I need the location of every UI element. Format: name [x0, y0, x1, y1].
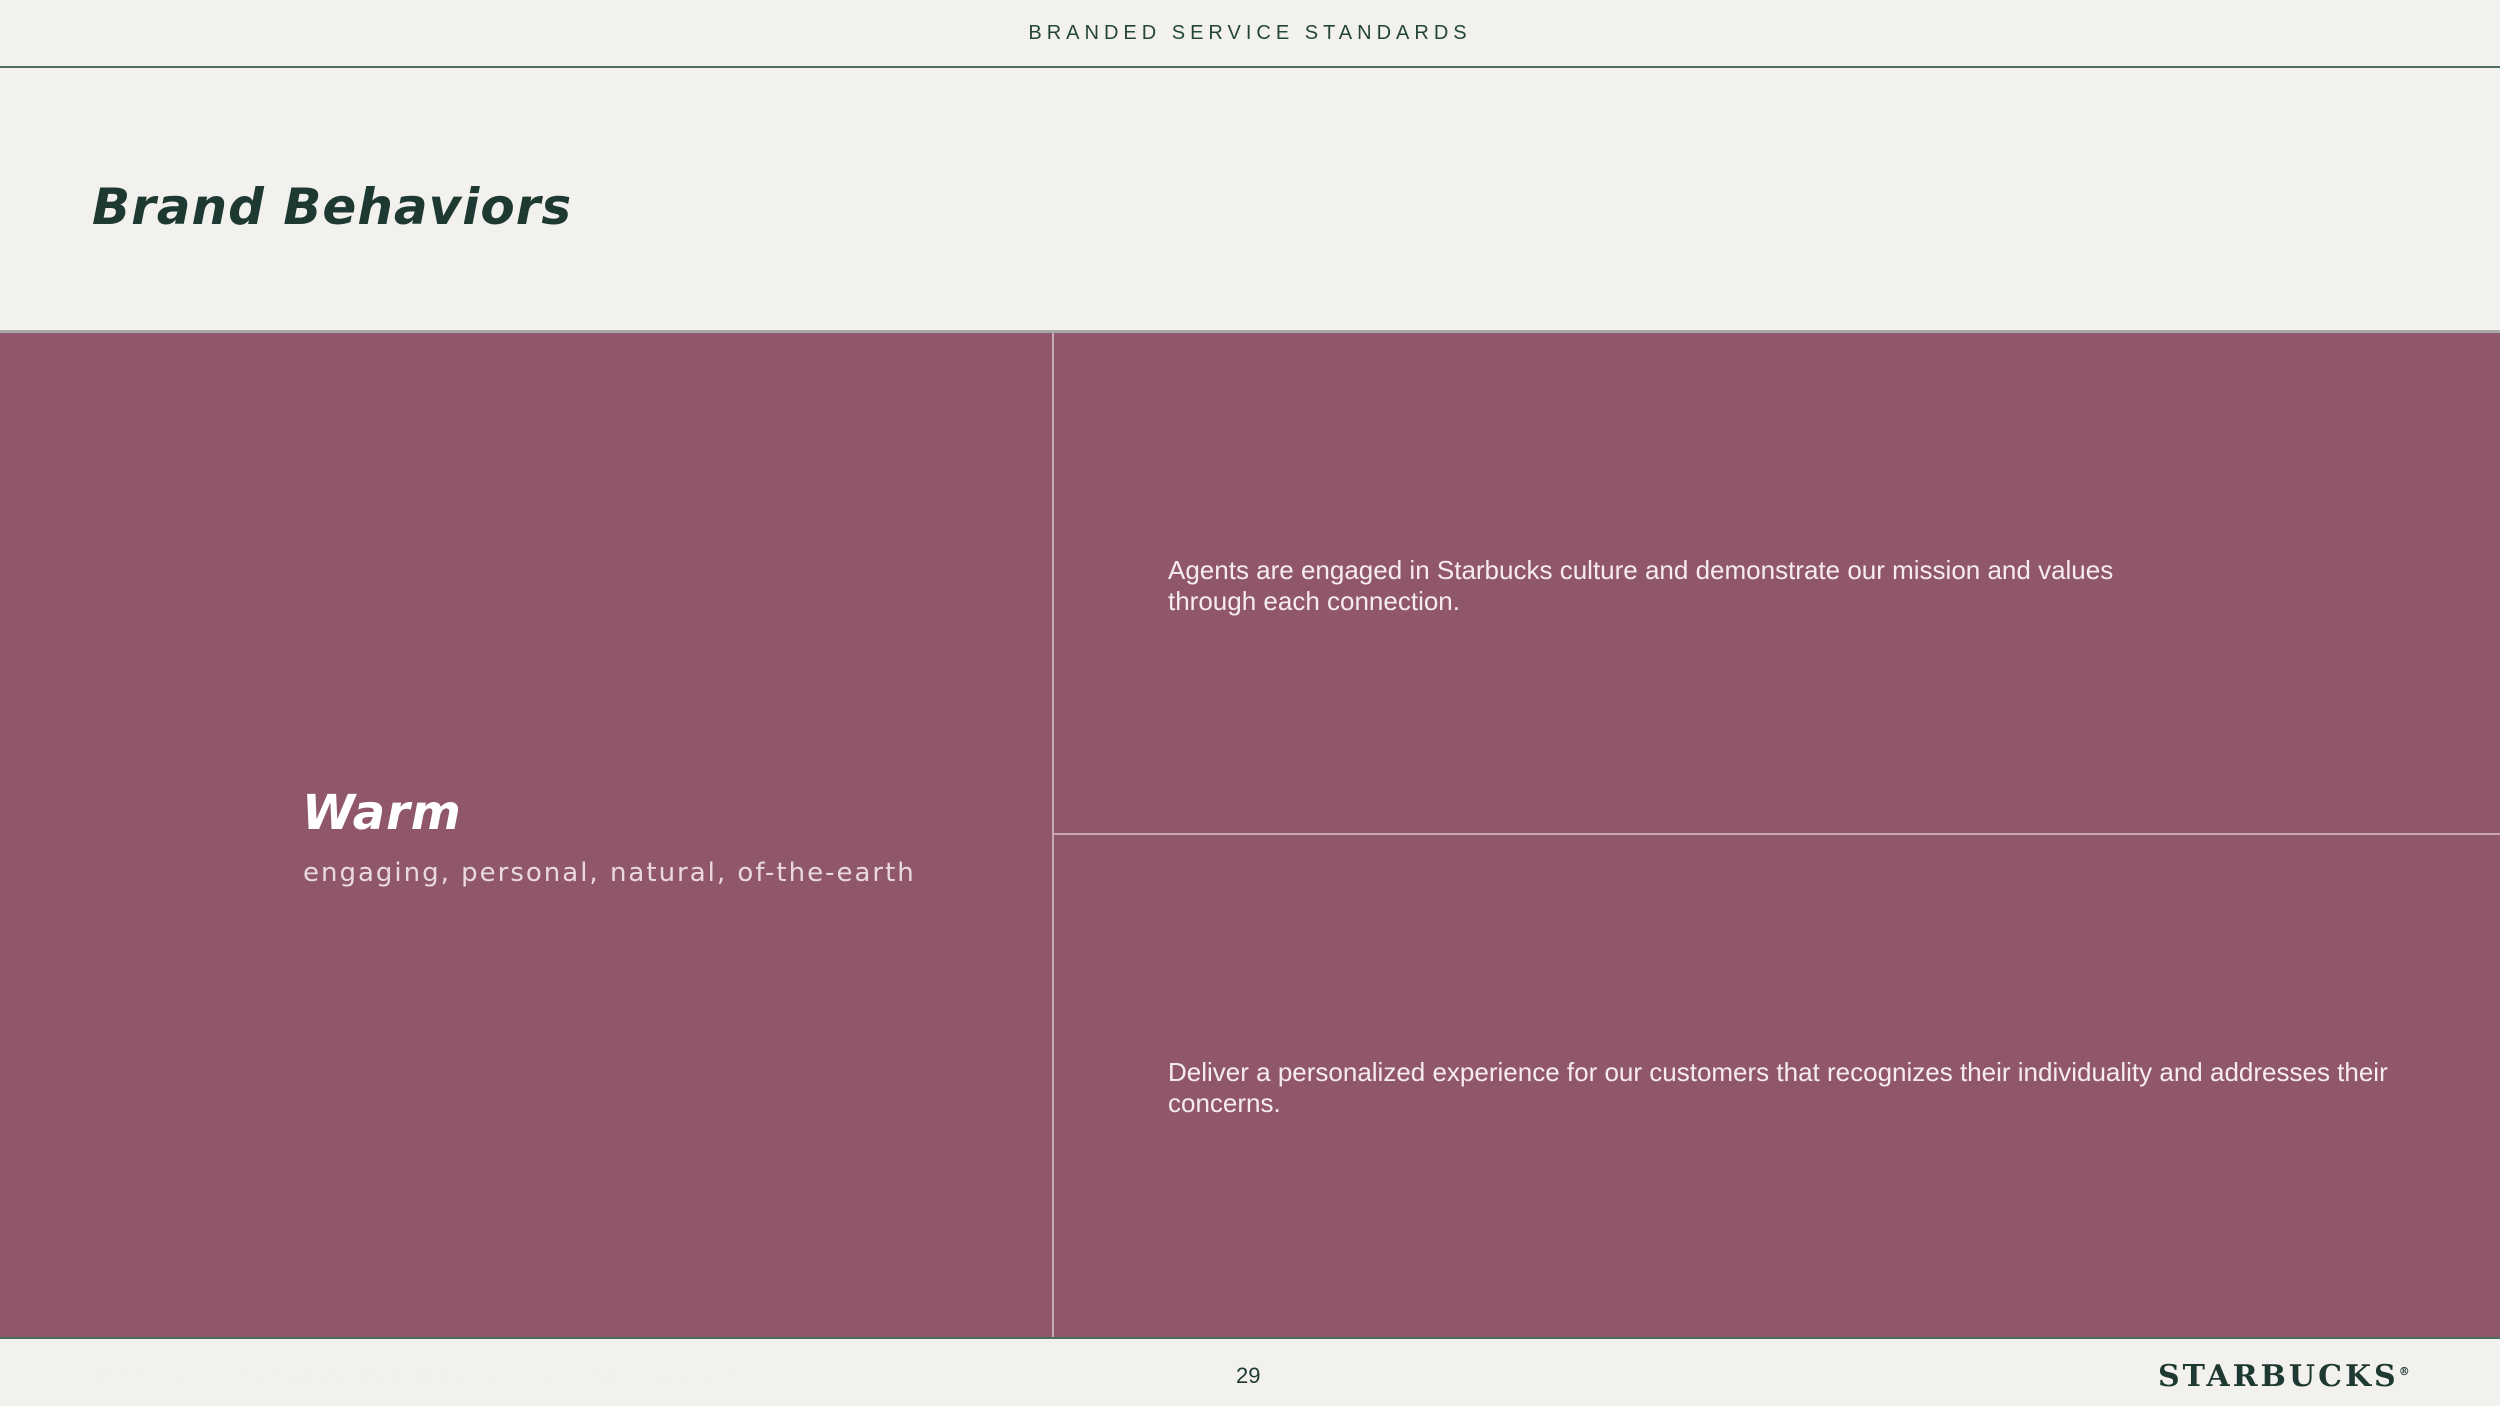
logo-wordmark: STARBUCKS: [2158, 1359, 2399, 1394]
behavior-name: Warm: [302, 785, 462, 841]
behavior-keywords: engaging, personal, natural, of-the-eart…: [303, 858, 916, 888]
section-label: BRANDED SERVICE STANDARDS: [1028, 22, 1472, 44]
page-header: BRANDED SERVICE STANDARDS: [0, 0, 2500, 68]
behavior-panel: Warm engaging, personal, natural, of-the…: [0, 333, 2500, 1337]
behavior-statement: Agents are engaged in Starbucks culture …: [1168, 555, 2114, 616]
behavior-statement: Deliver a personalized experience for ou…: [1168, 1057, 2388, 1118]
page-number: 29: [1236, 1363, 1261, 1388]
registered-mark: ®: [2398, 1365, 2410, 1378]
copyright-notice: © 2022 Starbucks Corporation. CONFIDENTI…: [92, 1365, 737, 1384]
page-footer: © 2022 Starbucks Corporation. CONFIDENTI…: [0, 1337, 2500, 1406]
behavior-summary-cell: Warm engaging, personal, natural, of-the…: [0, 333, 1054, 1337]
statement-cell-1: Agents are engaged in Starbucks culture …: [1054, 333, 2500, 835]
statement-cell-2: Deliver a personalized experience for ou…: [1054, 835, 2500, 1337]
page-title: Brand Behaviors: [92, 178, 573, 236]
starbucks-logo: STARBUCKS®: [2158, 1359, 2410, 1394]
